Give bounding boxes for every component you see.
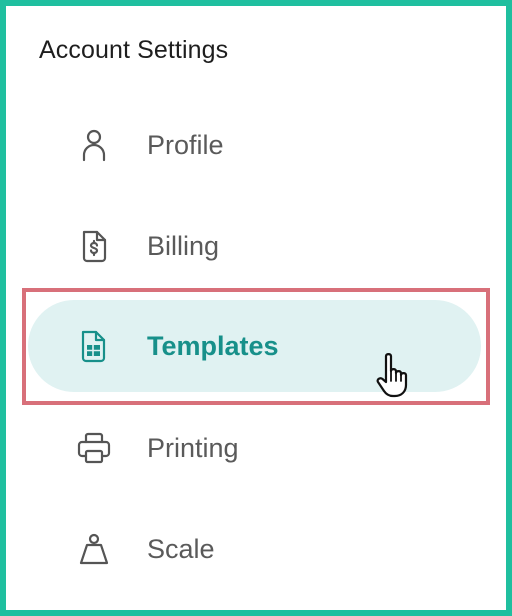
nav-item-label: Scale xyxy=(147,534,215,564)
dollar-document-icon xyxy=(76,228,112,264)
nav-item-billing[interactable]: Billing xyxy=(28,200,481,292)
panel-title: Account Settings xyxy=(39,36,229,64)
weight-scale-icon xyxy=(76,531,112,567)
nav-item-profile[interactable]: Profile xyxy=(28,99,481,191)
settings-panel: Account Settings Profile Billing Templat… xyxy=(0,0,512,616)
user-icon xyxy=(76,127,112,163)
nav-item-scale[interactable]: Scale xyxy=(28,503,481,595)
printer-icon xyxy=(76,430,112,466)
highlight-box xyxy=(22,288,490,405)
nav-item-label: Printing xyxy=(147,433,239,463)
nav-item-label: Profile xyxy=(147,130,224,160)
nav-item-printing[interactable]: Printing xyxy=(28,402,481,494)
nav-item-label: Billing xyxy=(147,231,220,261)
hand-pointer-icon xyxy=(374,352,414,398)
